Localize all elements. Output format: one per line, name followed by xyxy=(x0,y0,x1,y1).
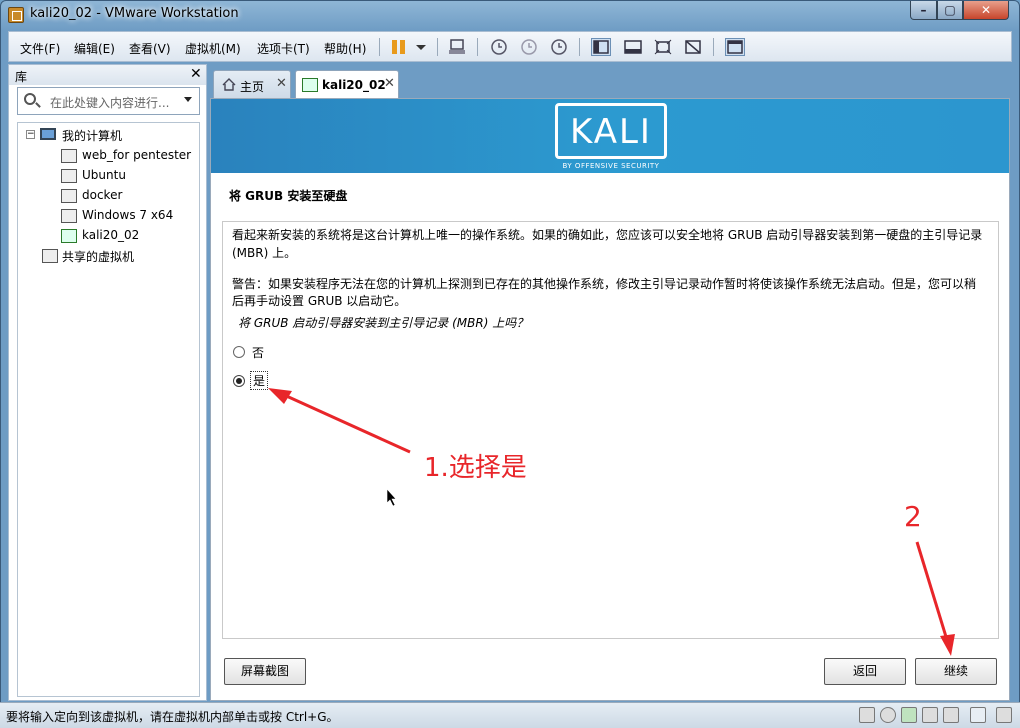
annotation-arrow-2 xyxy=(915,541,955,656)
sound-icon[interactable] xyxy=(943,707,959,723)
resize-grip-icon xyxy=(996,707,1012,723)
network-adapter-icon[interactable] xyxy=(901,707,917,723)
annotation-step2: 2 xyxy=(904,500,922,533)
status-bar: 要将输入定向到该虚拟机，请在虚拟机内部单击或按 Ctrl+G。 xyxy=(0,702,1020,728)
annotation-step1: 1.选择是 xyxy=(424,453,527,483)
status-text: 要将输入定向到该虚拟机，请在虚拟机内部单击或按 Ctrl+G。 xyxy=(6,710,339,724)
annotation-overlay xyxy=(268,388,955,656)
cd-drive-icon[interactable] xyxy=(880,707,896,723)
message-icon[interactable] xyxy=(970,707,986,723)
printer-icon[interactable] xyxy=(922,707,938,723)
annotation-arrow-1 xyxy=(268,388,411,454)
mouse-cursor-icon xyxy=(386,488,397,507)
hard-disk-icon[interactable] xyxy=(859,707,875,723)
